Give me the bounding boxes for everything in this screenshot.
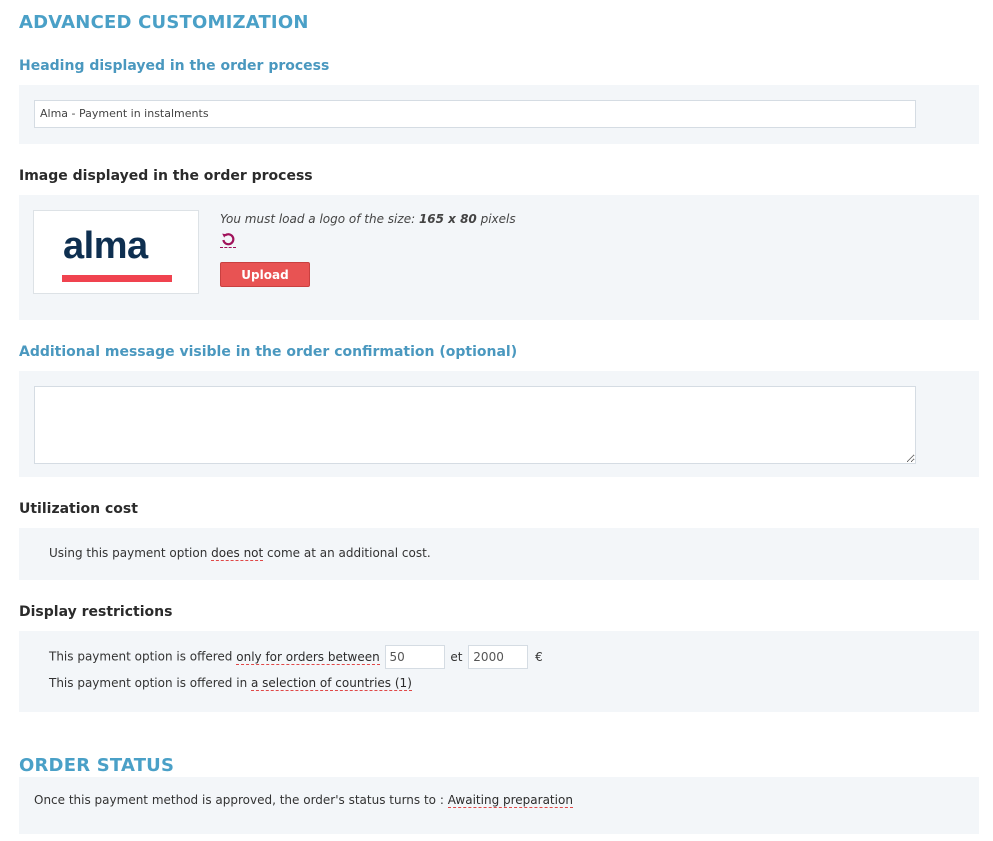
image-label: Image displayed in the order process [19, 168, 313, 184]
restriction-amount-line: This payment option is offered only for … [49, 645, 543, 669]
heading-panel [19, 85, 979, 144]
countries-selection-link[interactable]: a selection of countries (1) [251, 676, 412, 691]
restriction-country-prefix: This payment option is offered in [49, 676, 251, 690]
message-textarea[interactable] [34, 386, 916, 464]
section-title-advanced-customization: ADVANCED CUSTOMIZATION [19, 12, 309, 33]
reset-icon[interactable] [220, 231, 236, 248]
alma-logo-bar [62, 275, 172, 282]
restriction-country-line: This payment option is offered in a sele… [49, 676, 412, 691]
currency-symbol: € [535, 649, 543, 664]
restrictions-label: Display restrictions [19, 604, 173, 620]
cost-toggle-link[interactable]: does not [211, 546, 264, 561]
max-amount-input[interactable] [468, 645, 529, 669]
cost-suffix: come at an additional cost. [263, 546, 431, 560]
hint-suffix: pixels [476, 212, 516, 226]
cost-text: Using this payment option does not come … [49, 546, 431, 561]
hint-size: 165 x 80 [418, 212, 477, 226]
heading-input[interactable] [34, 100, 916, 128]
restrictions-panel: This payment option is offered only for … [19, 631, 979, 712]
logo-size-hint: You must load a logo of the size: 165 x … [220, 212, 516, 226]
alma-logo-text: alma [63, 225, 148, 267]
heading-label: Heading displayed in the order process [19, 58, 330, 74]
hint-prefix: You must load a logo of the size: [220, 212, 419, 226]
restriction-amount-link[interactable]: only for orders between [236, 649, 380, 665]
cost-prefix: Using this payment option [49, 546, 212, 560]
image-panel: alma You must load a logo of the size: 1… [19, 195, 979, 320]
order-status-prefix: Once this payment method is approved, th… [34, 793, 448, 807]
section-title-order-status: ORDER STATUS [19, 755, 175, 776]
between-text: et [450, 649, 463, 664]
message-panel [19, 371, 979, 477]
restriction-amount-prefix: This payment option is offered [49, 649, 237, 664]
order-status-panel: Once this payment method is approved, th… [19, 777, 979, 834]
cost-panel: Using this payment option does not come … [19, 528, 979, 580]
order-status-link[interactable]: Awaiting preparation [447, 793, 573, 808]
cost-label: Utilization cost [19, 501, 138, 517]
logo-preview: alma [33, 210, 199, 294]
min-amount-input[interactable] [384, 645, 445, 669]
upload-button[interactable]: Upload [220, 262, 310, 287]
message-label: Additional message visible in the order … [19, 344, 518, 360]
order-status-text: Once this payment method is approved, th… [34, 793, 573, 808]
